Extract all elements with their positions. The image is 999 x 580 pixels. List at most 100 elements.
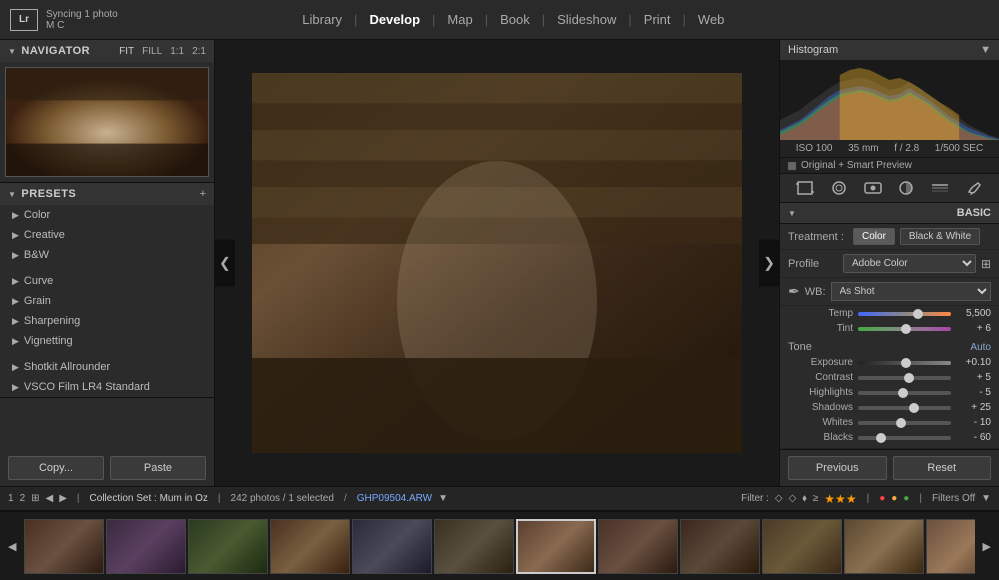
basic-header[interactable]: ▼ Basic [780, 203, 999, 224]
film-thumb-5[interactable] [352, 519, 432, 574]
temp-slider[interactable] [858, 312, 951, 316]
film-thumb-1[interactable] [24, 519, 104, 574]
filmstrip-left-btn[interactable]: ◀ [5, 538, 19, 555]
nav-develop[interactable]: Develop [357, 12, 432, 27]
color-filter-red[interactable]: ● [879, 493, 885, 504]
copy-button[interactable]: Copy... [8, 456, 104, 480]
nav-library[interactable]: Library [290, 12, 354, 27]
exposure-slider[interactable] [858, 361, 951, 365]
nav-book[interactable]: Book [488, 12, 542, 27]
film-thumb-10[interactable] [762, 519, 842, 574]
filter-icon-1[interactable]: ◇ [775, 493, 783, 504]
masking-tool[interactable] [895, 179, 917, 197]
graduated-filter-tool[interactable] [929, 179, 951, 197]
whites-thumb[interactable] [896, 418, 906, 428]
exposure-thumb[interactable] [901, 358, 911, 368]
user-initials: M C [46, 20, 118, 31]
filter-icon-3[interactable]: ⬧ [802, 493, 807, 504]
preset-group-sharpening[interactable]: ▶ Sharpening [0, 311, 214, 331]
film-thumb-7[interactable] [516, 519, 596, 574]
bw-treatment-button[interactable]: Black & White [900, 228, 980, 245]
filters-off[interactable]: Filters Off [932, 493, 975, 504]
whites-slider[interactable] [858, 421, 951, 425]
left-arrow[interactable]: ❮ [215, 240, 235, 287]
filter-stars[interactable]: ★★★ [824, 492, 856, 506]
filters-off-dropdown[interactable]: ▼ [981, 493, 991, 504]
temp-label: Temp [788, 308, 853, 319]
page-1-button[interactable]: 1 [8, 493, 14, 504]
highlights-thumb[interactable] [898, 388, 908, 398]
whites-slider-row: Whites - 10 [780, 415, 999, 430]
filmstrip-right-btn[interactable]: ▶ [980, 538, 994, 555]
histogram-menu-icon[interactable]: ▼ [980, 44, 991, 56]
spot-heal-tool[interactable] [828, 179, 850, 197]
nav-fill[interactable]: FILL [142, 46, 162, 57]
nav-1to1[interactable]: 1:1 [170, 46, 184, 57]
preset-group-grain[interactable]: ▶ Grain [0, 291, 214, 311]
filename[interactable]: GHP09504.ARW [357, 493, 432, 504]
film-thumb-11[interactable] [844, 519, 924, 574]
color-filter-yellow[interactable]: ● [891, 493, 897, 504]
nav-fit[interactable]: FIT [119, 46, 134, 57]
wb-select[interactable]: As Shot [831, 282, 991, 301]
film-thumb-6[interactable] [434, 519, 514, 574]
nav-web[interactable]: Web [686, 12, 737, 27]
shadows-slider[interactable] [858, 406, 951, 410]
presets-header[interactable]: ▼ Presets + [0, 183, 214, 205]
basic-section: ▼ Basic Treatment : Color Black & White … [780, 203, 999, 449]
presets-add-button[interactable]: + [200, 188, 206, 200]
preset-group-vsco[interactable]: ▶ VSCO Film LR4 Standard [0, 377, 214, 397]
navigator-header[interactable]: ▼ Navigator FIT FILL 1:1 2:1 [0, 40, 214, 62]
right-arrow[interactable]: ❯ [759, 240, 779, 287]
preset-group-color[interactable]: ▶ Color [0, 205, 214, 225]
crop-icon [796, 180, 814, 196]
collection-bar: 1 2 ⊞ ◀ ▶ | Collection Set : Mum in Oz |… [0, 486, 999, 510]
blacks-thumb[interactable] [876, 433, 886, 443]
film-thumb-9[interactable] [680, 519, 760, 574]
previous-button[interactable]: Previous [788, 456, 887, 480]
film-thumb-8[interactable] [598, 519, 678, 574]
next-photo-button[interactable]: ▶ [59, 493, 67, 504]
preset-group-bw[interactable]: ▶ B&W [0, 245, 214, 265]
filter-icon-2[interactable]: ◇ [789, 493, 797, 504]
profile-grid-icon[interactable]: ⊞ [981, 257, 991, 271]
redeye-tool[interactable] [862, 179, 884, 197]
tint-thumb[interactable] [901, 324, 911, 334]
shadows-thumb[interactable] [909, 403, 919, 413]
film-thumb-4[interactable] [270, 519, 350, 574]
contrast-thumb[interactable] [904, 373, 914, 383]
temp-thumb[interactable] [913, 309, 923, 319]
contrast-slider[interactable] [858, 376, 951, 380]
nav-print[interactable]: Print [632, 12, 683, 27]
blacks-slider[interactable] [858, 436, 951, 440]
exposure-label: Exposure [788, 357, 853, 368]
tone-auto-button[interactable]: Auto [970, 342, 991, 353]
paste-button[interactable]: Paste [110, 456, 206, 480]
profile-select[interactable]: Adobe Color [843, 254, 976, 273]
highlights-slider[interactable] [858, 391, 951, 395]
adjustment-brush-tool[interactable] [963, 179, 985, 197]
filter-icon-4[interactable]: ≥ [813, 493, 819, 504]
grid-view-button[interactable]: ⊞ [31, 493, 39, 504]
prev-photo-button[interactable]: ◀ [46, 493, 54, 504]
film-thumb-2[interactable] [106, 519, 186, 574]
preset-group-shotkit[interactable]: ▶ Shotkit Allrounder [0, 357, 214, 377]
nav-map[interactable]: Map [435, 12, 484, 27]
color-treatment-button[interactable]: Color [853, 228, 895, 245]
navigator-thumbnail[interactable] [5, 67, 209, 177]
reset-button[interactable]: Reset [893, 456, 992, 480]
eyedropper-tool[interactable]: ✒ [788, 283, 800, 300]
filename-dropdown[interactable]: ▼ [438, 493, 448, 504]
nav-slideshow[interactable]: Slideshow [545, 12, 628, 27]
preset-group-creative[interactable]: ▶ Creative [0, 225, 214, 245]
tint-slider[interactable] [858, 327, 951, 331]
film-thumb-3[interactable] [188, 519, 268, 574]
preset-group-vignetting[interactable]: ▶ Vignetting [0, 331, 214, 351]
preset-group-curve[interactable]: ▶ Curve [0, 271, 214, 291]
top-nav: Library | Develop | Map | Book | Slidesh… [290, 12, 736, 27]
film-thumb-12[interactable] [926, 519, 974, 574]
page-2-button[interactable]: 2 [20, 493, 26, 504]
nav-2to1[interactable]: 2:1 [192, 46, 206, 57]
crop-tool[interactable] [794, 179, 816, 197]
color-filter-green[interactable]: ● [903, 493, 909, 504]
